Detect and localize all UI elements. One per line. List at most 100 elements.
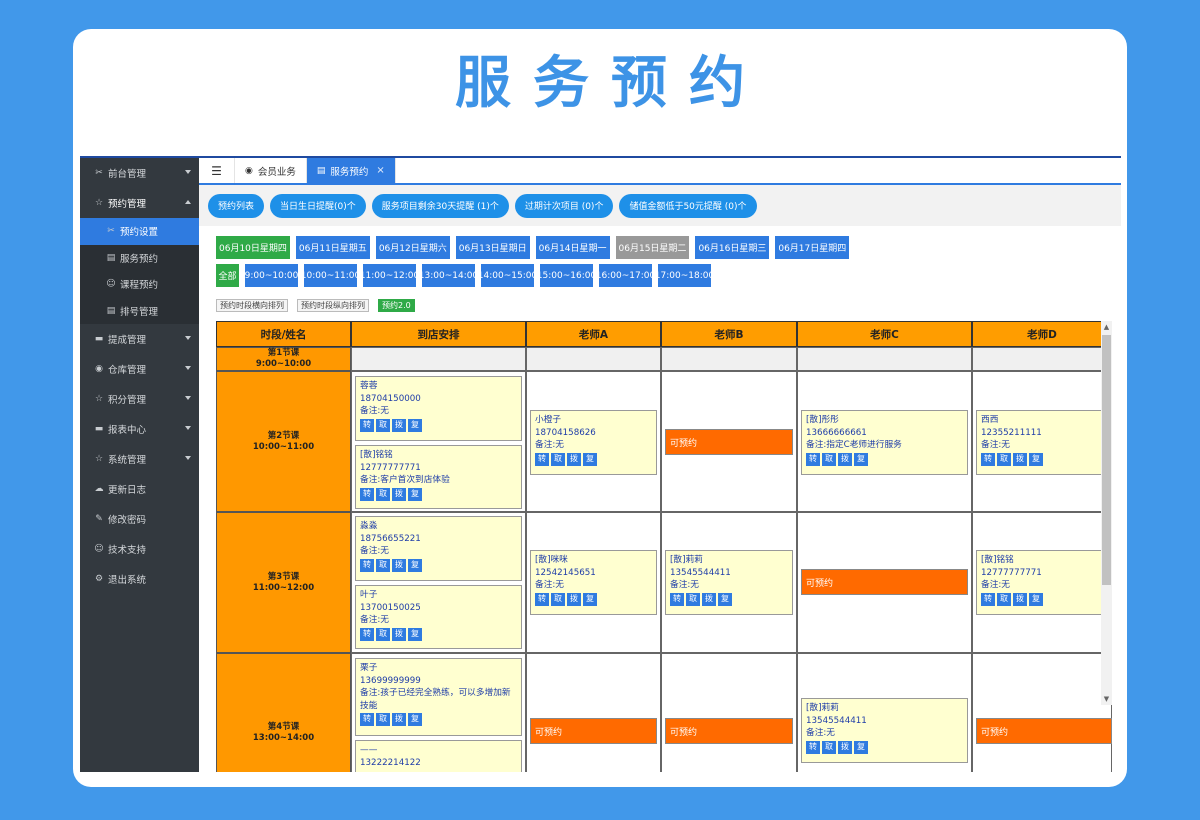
booking-card[interactable]: 叶子 13700150025 备注:无 转 取 拨 复 (355, 585, 522, 649)
copy-button[interactable]: 复 (854, 452, 868, 466)
transfer-button[interactable]: 转 (806, 740, 820, 754)
cancel-button[interactable]: 取 (551, 592, 565, 606)
copy-button[interactable]: 复 (854, 740, 868, 754)
dial-button[interactable]: 拨 (392, 418, 406, 432)
scroll-up-icon[interactable]: ▲ (1101, 321, 1112, 333)
cancel-button[interactable]: 取 (376, 558, 390, 572)
scroll-down-icon[interactable]: ▼ (1101, 693, 1112, 705)
cancel-button[interactable]: 取 (551, 452, 565, 466)
sidebar-item-queue-management[interactable]: ▤ 排号管理 (80, 298, 199, 325)
copy-button[interactable]: 复 (408, 487, 422, 501)
sidebar-item-change-password[interactable]: ✎ 修改密码 (80, 504, 199, 534)
booking-card[interactable]: [散]莉莉 13545544411 备注:无 转 取 拨 复 (665, 550, 793, 615)
time-button[interactable]: 9:00~10:00 (245, 264, 298, 287)
sidebar-item-booking-management[interactable]: ☆ 预约管理 (80, 188, 199, 218)
view-horizontal-button[interactable]: 预约时段横向排列 (216, 299, 288, 312)
close-icon[interactable]: × (376, 165, 384, 176)
cancel-button[interactable]: 取 (997, 592, 1011, 606)
cancel-button[interactable]: 取 (822, 452, 836, 466)
transfer-button[interactable]: 转 (360, 713, 374, 726)
copy-button[interactable]: 复 (408, 418, 422, 432)
copy-button[interactable]: 复 (718, 592, 732, 606)
copy-button[interactable]: 复 (408, 627, 422, 641)
sidebar-item-system[interactable]: ☆ 系统管理 (80, 444, 199, 474)
dial-button[interactable]: 拨 (567, 452, 581, 466)
transfer-button[interactable]: 转 (535, 452, 549, 466)
date-button[interactable]: 06月11日星期五 (295, 236, 370, 259)
sidebar-item-warehouse[interactable]: ◉ 仓库管理 (80, 354, 199, 384)
sidebar-item-reports[interactable]: ▬ 报表中心 (80, 414, 199, 444)
sidebar-item-logout[interactable]: ⚙ 退出系统 (80, 564, 199, 594)
time-button[interactable]: 13:00~14:00 (419, 264, 478, 287)
available-slot[interactable]: 可预约 (530, 718, 657, 744)
transfer-button[interactable]: 转 (360, 558, 374, 572)
time-button[interactable]: 14:00~15:00 (478, 264, 537, 287)
cancel-button[interactable]: 取 (376, 487, 390, 501)
transfer-button[interactable]: 转 (535, 592, 549, 606)
transfer-button[interactable]: 转 (981, 452, 995, 466)
booking-card[interactable]: 蓉蓉 18704150000 备注:无 转 取 拨 复 (355, 376, 522, 441)
booking-card[interactable]: —— 13222214122 (355, 740, 522, 772)
available-slot[interactable]: 可预约 (665, 429, 793, 455)
dial-button[interactable]: 拨 (392, 713, 406, 726)
booking-card[interactable]: 淼淼 18756655221 备注:无 转 取 拨 复 (355, 516, 522, 581)
dial-button[interactable]: 拨 (392, 487, 406, 501)
booking-card[interactable]: [散]铭铭 12777777771 备注:无 转 取 拨 复 (976, 550, 1108, 615)
dial-button[interactable]: 拨 (567, 592, 581, 606)
dial-button[interactable]: 拨 (392, 558, 406, 572)
copy-button[interactable]: 复 (408, 558, 422, 572)
copy-button[interactable]: 复 (583, 452, 597, 466)
transfer-button[interactable]: 转 (360, 418, 374, 432)
date-button[interactable]: 06月13日星期日 (455, 236, 530, 259)
menu-toggle-icon[interactable]: ☰ (199, 158, 235, 183)
vertical-scrollbar[interactable]: ▲ ▼ (1101, 321, 1112, 705)
low-balance-reminder-button[interactable]: 储值金额低于50元提醒 (0)个 (619, 193, 757, 218)
transfer-button[interactable]: 转 (981, 592, 995, 606)
time-button[interactable]: 11:00~12:00 (360, 264, 419, 287)
dial-button[interactable]: 拨 (1013, 592, 1027, 606)
dial-button[interactable]: 拨 (392, 627, 406, 641)
date-button[interactable]: 06月14日星期一 (535, 236, 610, 259)
sidebar-item-service-booking[interactable]: ▤ 服务预约 (80, 245, 199, 272)
copy-button[interactable]: 复 (1029, 452, 1043, 466)
copy-button[interactable]: 复 (583, 592, 597, 606)
tab-member-business[interactable]: ◉ 会员业务 (235, 158, 307, 183)
view-v2-button[interactable]: 预约2.0 (378, 299, 415, 312)
sidebar-item-commission[interactable]: ▬ 提成管理 (80, 324, 199, 354)
dial-button[interactable]: 拨 (702, 592, 716, 606)
transfer-button[interactable]: 转 (806, 452, 820, 466)
booking-card[interactable]: 栗子 13699999999 备注:孩子已经完全熟练，可以多增加新技能 转 取 … (355, 658, 522, 736)
transfer-button[interactable]: 转 (360, 487, 374, 501)
available-slot[interactable]: 可预约 (801, 569, 968, 595)
service-expiry-reminder-button[interactable]: 服务项目剩余30天提醒 (1)个 (371, 193, 509, 218)
booking-card[interactable]: 小橙子 18704158626 备注:无 转 取 拨 复 (530, 410, 657, 475)
booking-card[interactable]: 西西 12355211111 备注:无 转 取 拨 复 (976, 410, 1108, 475)
birthday-reminder-button[interactable]: 当日生日提醒(0)个 (270, 193, 366, 218)
transfer-button[interactable]: 转 (360, 627, 374, 641)
date-button[interactable]: 06月15日星期二 (615, 236, 690, 259)
sidebar-item-changelog[interactable]: ☁ 更新日志 (80, 474, 199, 504)
booking-card[interactable]: [散]铭铭 12777777771 备注:客户首次到店体验 转 取 拨 复 (355, 445, 522, 509)
dial-button[interactable]: 拨 (838, 740, 852, 754)
sidebar-item-course-booking[interactable]: ☺ 课程预约 (80, 271, 199, 298)
cancel-button[interactable]: 取 (376, 418, 390, 432)
view-vertical-button[interactable]: 预约时段纵向排列 (297, 299, 369, 312)
booking-card[interactable]: [散]咪咪 12542145651 备注:无 转 取 拨 复 (530, 550, 657, 615)
date-button[interactable]: 06月17日星期四 (775, 236, 850, 259)
cancel-button[interactable]: 取 (822, 740, 836, 754)
booking-list-button[interactable]: 预约列表 (208, 193, 265, 218)
dial-button[interactable]: 拨 (1013, 452, 1027, 466)
booking-card[interactable]: [散]莉莉 13545544411 备注:无 转 取 拨 复 (801, 698, 968, 763)
cancel-button[interactable]: 取 (686, 592, 700, 606)
expired-items-button[interactable]: 过期计次项目 (0)个 (514, 193, 614, 218)
cancel-button[interactable]: 取 (997, 452, 1011, 466)
date-button[interactable]: 06月12日星期六 (375, 236, 450, 259)
time-button[interactable]: 17:00~18:00 (655, 264, 714, 287)
sidebar-item-front-desk[interactable]: ✂ 前台管理 (80, 158, 199, 188)
date-button[interactable]: 06月10日星期四 (216, 236, 290, 259)
sidebar-item-booking-settings[interactable]: ✂ 预约设置 (80, 218, 199, 245)
available-slot[interactable]: 可预约 (976, 718, 1112, 744)
time-all-button[interactable]: 全部 (216, 264, 239, 287)
sidebar-item-support[interactable]: ☺ 技术支持 (80, 534, 199, 564)
cancel-button[interactable]: 取 (376, 713, 390, 726)
